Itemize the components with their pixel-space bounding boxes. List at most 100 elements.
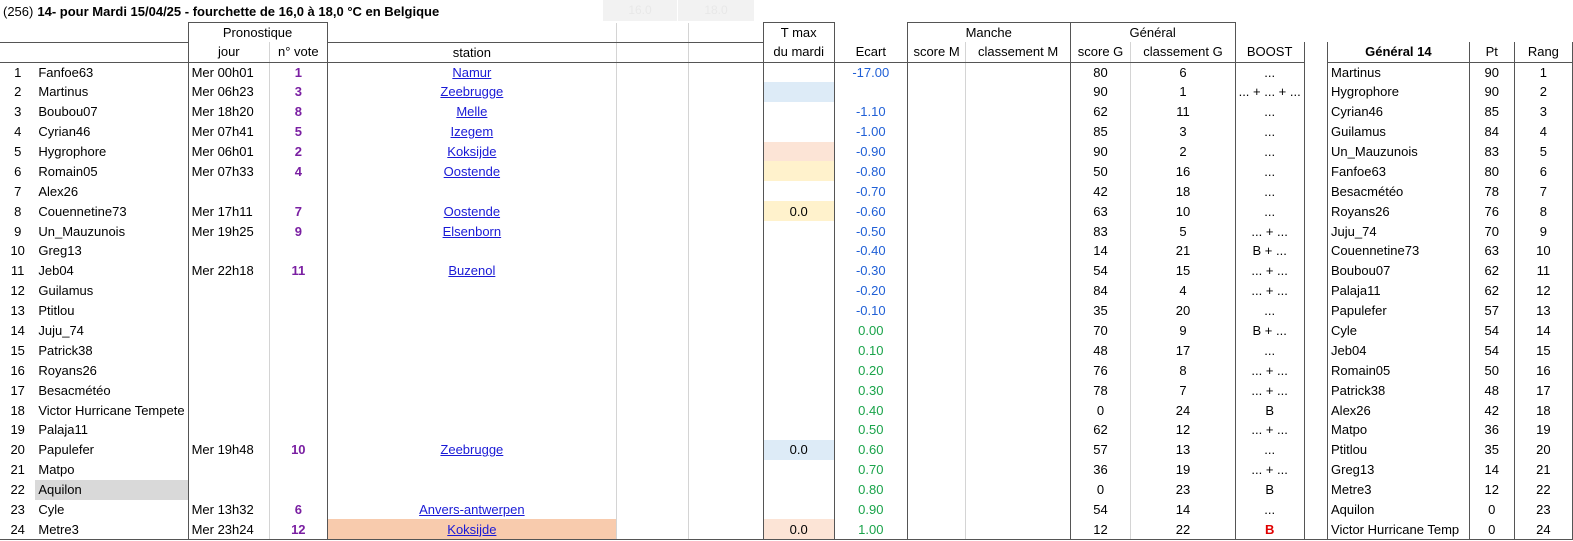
boost-value[interactable]: ... + ... <box>1234 280 1305 301</box>
score-g[interactable]: 12 <box>1069 519 1131 540</box>
blank-cell[interactable] <box>616 320 689 341</box>
row-number[interactable]: 21 <box>0 460 35 480</box>
general14-name[interactable]: Romain05 <box>1327 360 1470 381</box>
participant-name[interactable]: Romain05 <box>35 161 188 181</box>
tmax-value[interactable] <box>762 221 835 242</box>
boost-value[interactable]: ... <box>1234 499 1305 520</box>
general14-rang[interactable]: 24 <box>1513 519 1573 540</box>
score-g[interactable]: 78 <box>1069 380 1131 401</box>
general14-pt[interactable]: 12 <box>1468 479 1515 500</box>
vote-day[interactable]: Mer 00h01 <box>187 62 270 82</box>
classement-g[interactable]: 5 <box>1130 221 1236 242</box>
vote-number[interactable]: 8 <box>269 101 328 122</box>
general14-rang[interactable]: 12 <box>1513 280 1573 301</box>
classement-m[interactable] <box>965 81 1071 102</box>
classement-m[interactable] <box>965 459 1071 480</box>
boost-value[interactable]: ... <box>1234 101 1305 122</box>
general14-pt[interactable]: 63 <box>1468 241 1515 261</box>
classement-m[interactable] <box>965 519 1071 540</box>
participant-name[interactable]: Martinus <box>35 82 188 102</box>
general14-name[interactable]: Boubou07 <box>1327 260 1470 281</box>
participant-name[interactable]: Royans26 <box>35 360 188 380</box>
blank-cell[interactable] <box>688 62 763 82</box>
boost-value[interactable]: B + ... <box>1234 241 1305 261</box>
score-g[interactable]: 54 <box>1069 499 1131 520</box>
row-number[interactable]: 10 <box>0 241 35 261</box>
score-m[interactable] <box>906 420 966 440</box>
participant-name[interactable]: Juju_74 <box>35 321 188 341</box>
row-number[interactable]: 20 <box>0 440 35 460</box>
tmax-value[interactable] <box>762 340 835 361</box>
classement-m[interactable] <box>965 320 1071 341</box>
general14-pt[interactable]: 0 <box>1468 499 1515 520</box>
general14-pt[interactable]: 54 <box>1468 320 1515 341</box>
classement-g[interactable]: 22 <box>1130 519 1236 540</box>
score-m[interactable] <box>906 141 966 162</box>
vote-day[interactable] <box>187 459 270 480</box>
boost-value[interactable]: ... + ... <box>1234 260 1305 281</box>
score-m[interactable] <box>906 62 966 82</box>
general14-rang[interactable]: 18 <box>1513 400 1573 421</box>
row-number[interactable]: 5 <box>0 142 35 162</box>
boost-value[interactable]: B <box>1234 519 1305 540</box>
ecart-value[interactable]: -0.30 <box>833 260 908 281</box>
blank-cell[interactable] <box>616 479 689 500</box>
ecart-value[interactable]: -0.10 <box>833 300 908 321</box>
general14-rang[interactable]: 7 <box>1513 181 1573 202</box>
range-high-cell[interactable]: 18.0 <box>678 0 754 21</box>
general14-pt[interactable]: 36 <box>1468 420 1515 440</box>
station-link[interactable] <box>326 380 617 401</box>
general14-pt[interactable]: 48 <box>1468 380 1515 401</box>
classement-g[interactable]: 18 <box>1130 181 1236 202</box>
score-g[interactable]: 50 <box>1069 161 1131 182</box>
score-g[interactable]: 48 <box>1069 340 1131 361</box>
classement-m[interactable] <box>965 221 1071 242</box>
general14-pt[interactable]: 62 <box>1468 280 1515 301</box>
vote-day[interactable] <box>187 241 270 261</box>
row-number[interactable]: 16 <box>0 360 35 380</box>
general14-pt[interactable]: 62 <box>1468 260 1515 281</box>
ecart-value[interactable]: 0.70 <box>833 459 908 480</box>
vote-number[interactable]: 6 <box>269 499 328 520</box>
general14-name[interactable]: Jeb04 <box>1327 340 1470 361</box>
vote-day[interactable] <box>187 300 270 321</box>
blank-cell[interactable] <box>688 400 763 421</box>
blank-cell[interactable] <box>616 260 689 281</box>
general14-rang[interactable]: 1 <box>1513 62 1573 82</box>
blank-cell[interactable] <box>616 161 689 182</box>
ecart-value[interactable]: -0.70 <box>833 181 908 202</box>
classement-g[interactable]: 24 <box>1130 400 1236 421</box>
classement-g[interactable]: 13 <box>1130 439 1236 460</box>
blank-cell[interactable] <box>688 141 763 162</box>
vote-day[interactable]: Mer 18h20 <box>187 101 270 122</box>
score-g[interactable]: 80 <box>1069 62 1131 82</box>
score-m[interactable] <box>906 121 966 142</box>
tmax-value[interactable] <box>762 62 835 82</box>
blank-cell[interactable] <box>688 260 763 281</box>
row-number[interactable]: 3 <box>0 102 35 122</box>
general14-rang[interactable]: 9 <box>1513 221 1573 242</box>
tmax-value[interactable]: 0.0 <box>762 439 835 460</box>
row-number[interactable]: 13 <box>0 301 35 321</box>
general14-name[interactable]: Fanfoe63 <box>1327 161 1470 182</box>
participant-name[interactable]: Cyle <box>35 500 188 520</box>
boost-value[interactable]: ... <box>1234 62 1305 82</box>
participant-name[interactable]: Papulefer <box>35 440 188 460</box>
row-number[interactable]: 19 <box>0 420 35 440</box>
general14-pt[interactable]: 0 <box>1468 519 1515 540</box>
general14-name[interactable]: Greg13 <box>1327 459 1470 480</box>
general14-pt[interactable]: 84 <box>1468 121 1515 142</box>
score-g[interactable]: 90 <box>1069 81 1131 102</box>
ecart-value[interactable]: 1.00 <box>833 519 908 540</box>
blank-cell[interactable] <box>616 499 689 520</box>
vote-day[interactable] <box>187 181 270 202</box>
ecart-value[interactable]: -0.20 <box>833 280 908 301</box>
general14-rang[interactable]: 2 <box>1513 81 1573 102</box>
blank-cell[interactable] <box>616 420 689 440</box>
blank-cell[interactable] <box>688 181 763 202</box>
blank-cell[interactable] <box>616 101 689 122</box>
classement-m[interactable] <box>965 241 1071 261</box>
vote-day[interactable]: Mer 19h25 <box>187 221 270 242</box>
blank-cell[interactable] <box>688 380 763 401</box>
station-link[interactable]: Namur <box>326 62 617 82</box>
